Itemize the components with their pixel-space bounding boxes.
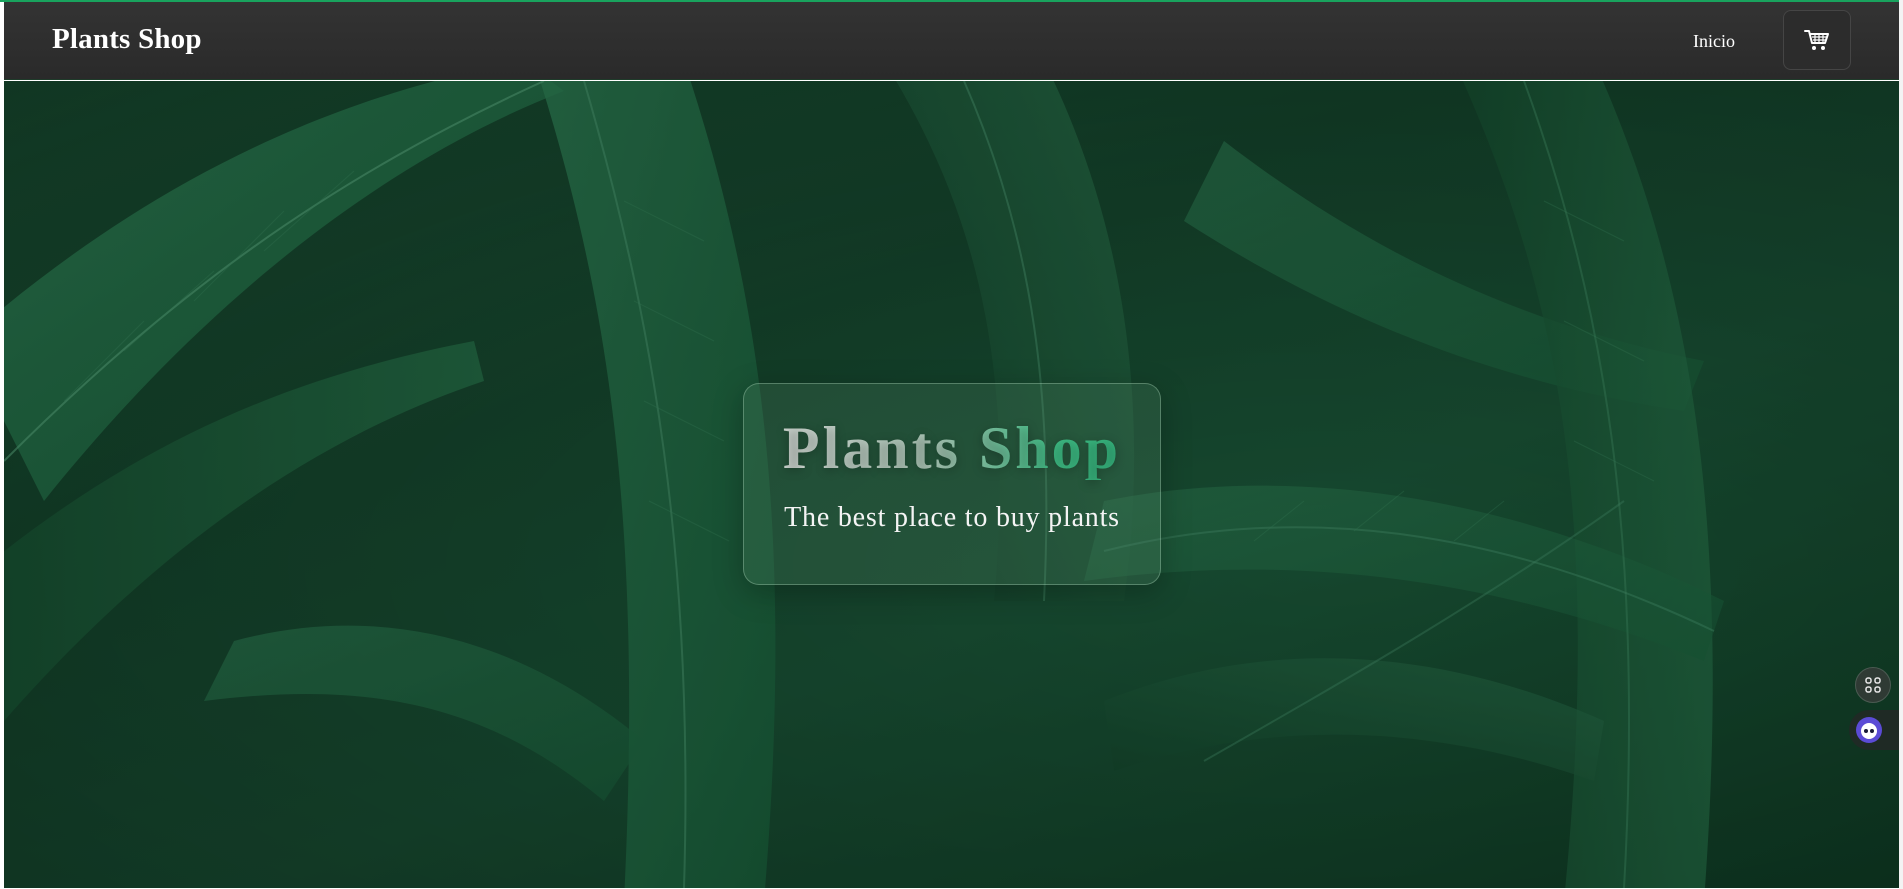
cart-button[interactable] (1783, 10, 1851, 70)
hero-card: Plants Shop The best place to buy plants (743, 383, 1161, 585)
assistant-float-button[interactable] (1849, 710, 1903, 750)
hero-section: Plants Shop The best place to buy plants (4, 81, 1899, 888)
brand-logo-text[interactable]: Plants Shop (52, 23, 202, 56)
navbar: Plants Shop Inicio (4, 2, 1899, 80)
scrollbar-track[interactable] (1899, 0, 1903, 889)
command-icon (1865, 677, 1881, 693)
shopping-cart-icon (1804, 30, 1829, 50)
browser-viewport: Plants Shop Inicio Plants Shop The best … (0, 0, 1903, 889)
assistant-bot-icon (1856, 717, 1882, 743)
hero-title: Plants Shop (744, 384, 1160, 480)
nav-link-inicio[interactable]: Inicio (1693, 31, 1735, 52)
hero-subtitle: The best place to buy plants (784, 502, 1120, 533)
shortcut-float-button[interactable] (1855, 667, 1891, 703)
